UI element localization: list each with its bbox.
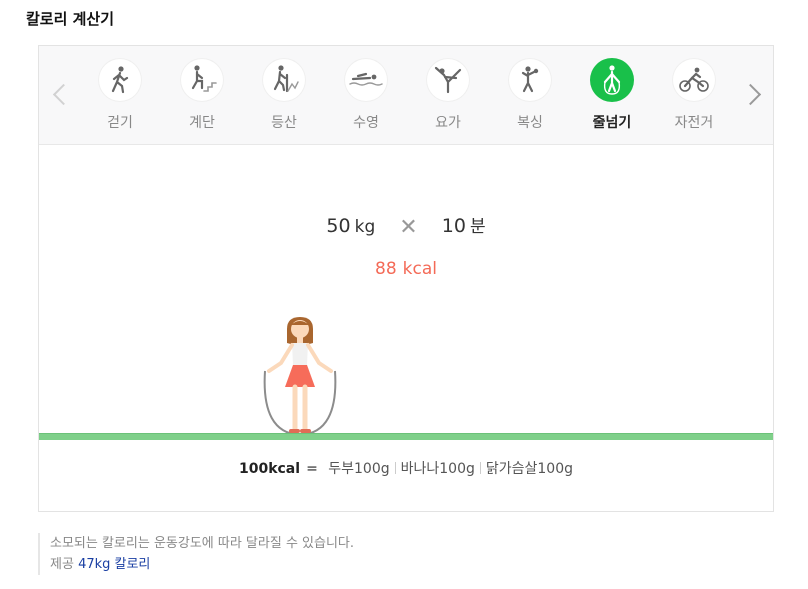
- jump-rope-icon: [590, 58, 634, 102]
- exercise-tabs: 걷기 계단 등산 수영 요가 복싱 줄넘기 자전거: [39, 46, 773, 145]
- source-credit: 제공 47kg 칼로리: [50, 554, 354, 575]
- intensity-note: 소모되는 칼로리는 운동강도에 따라 달라질 수 있습니다.: [50, 536, 355, 551]
- tab-label: 줄넘기: [592, 115, 632, 131]
- tab-walking[interactable]: 걷기: [85, 58, 155, 138]
- stairs-icon: [180, 58, 224, 102]
- walking-icon: [98, 58, 142, 102]
- tab-swimming[interactable]: 수영: [331, 58, 401, 138]
- tab-label: 계단: [189, 115, 215, 131]
- next-arrow-icon[interactable]: [741, 80, 765, 110]
- weight-unit: kg: [354, 217, 376, 237]
- prev-arrow-icon[interactable]: [48, 80, 72, 110]
- equiv-item: 닭가슴살100g: [485, 461, 574, 477]
- boxing-icon: [508, 58, 552, 102]
- tab-label: 요가: [435, 115, 461, 131]
- footnote: 소모되는 칼로리는 운동강도에 따라 달라질 수 있습니다. 제공 47kg 칼…: [38, 533, 354, 575]
- tab-label: 걷기: [107, 115, 133, 131]
- yoga-icon: [426, 58, 470, 102]
- tab-label: 수영: [353, 115, 379, 131]
- ground-line: [39, 433, 773, 440]
- calorie-result: 88 kcal: [39, 259, 773, 279]
- tab-yoga[interactable]: 요가: [413, 58, 483, 138]
- result-value: 88: [375, 259, 397, 279]
- tab-jump-rope[interactable]: 줄넘기: [577, 58, 647, 138]
- equiv-equals: =: [306, 461, 318, 477]
- tab-label: 등산: [271, 115, 297, 131]
- hiking-icon: [262, 58, 306, 102]
- tab-stairs[interactable]: 계단: [167, 58, 237, 138]
- equiv-item: 두부100g: [328, 461, 390, 477]
- weight-value[interactable]: 50: [326, 215, 350, 237]
- cycling-icon: [672, 58, 716, 102]
- equiv-item: 바나나100g: [400, 461, 475, 477]
- tab-label: 자전거: [674, 115, 714, 131]
- calc-formula: 50 kg ✕ 10 분: [39, 212, 773, 240]
- tab-label: 복싱: [517, 115, 543, 131]
- tab-boxing[interactable]: 복싱: [495, 58, 565, 138]
- exercise-stage: 50 kg ✕ 10 분 88 kcal: [39, 145, 773, 441]
- tab-cycling[interactable]: 자전거: [659, 58, 729, 138]
- page-title: 칼로리 계산기: [26, 10, 115, 28]
- source-prefix: 제공: [50, 557, 74, 572]
- separator: [394, 462, 396, 474]
- swimming-icon: [344, 58, 388, 102]
- equiv-base: 100kcal: [238, 461, 301, 477]
- minutes-unit: 분: [469, 217, 486, 237]
- tab-hiking[interactable]: 등산: [249, 58, 319, 138]
- jump-rope-girl-illustration: [263, 317, 337, 437]
- source-link[interactable]: 47kg 칼로리: [78, 557, 150, 572]
- minutes-value[interactable]: 10: [442, 215, 466, 237]
- result-unit: kcal: [402, 259, 437, 279]
- calorie-calculator: 걷기 계단 등산 수영 요가 복싱 줄넘기 자전거 50 kg ✕ 10 분 8…: [38, 45, 774, 512]
- calorie-equivalents: 100kcal = 두부100g 바나나100g 닭가슴살100g: [39, 458, 773, 478]
- multiply-icon: ✕: [399, 215, 418, 240]
- separator: [479, 462, 481, 474]
